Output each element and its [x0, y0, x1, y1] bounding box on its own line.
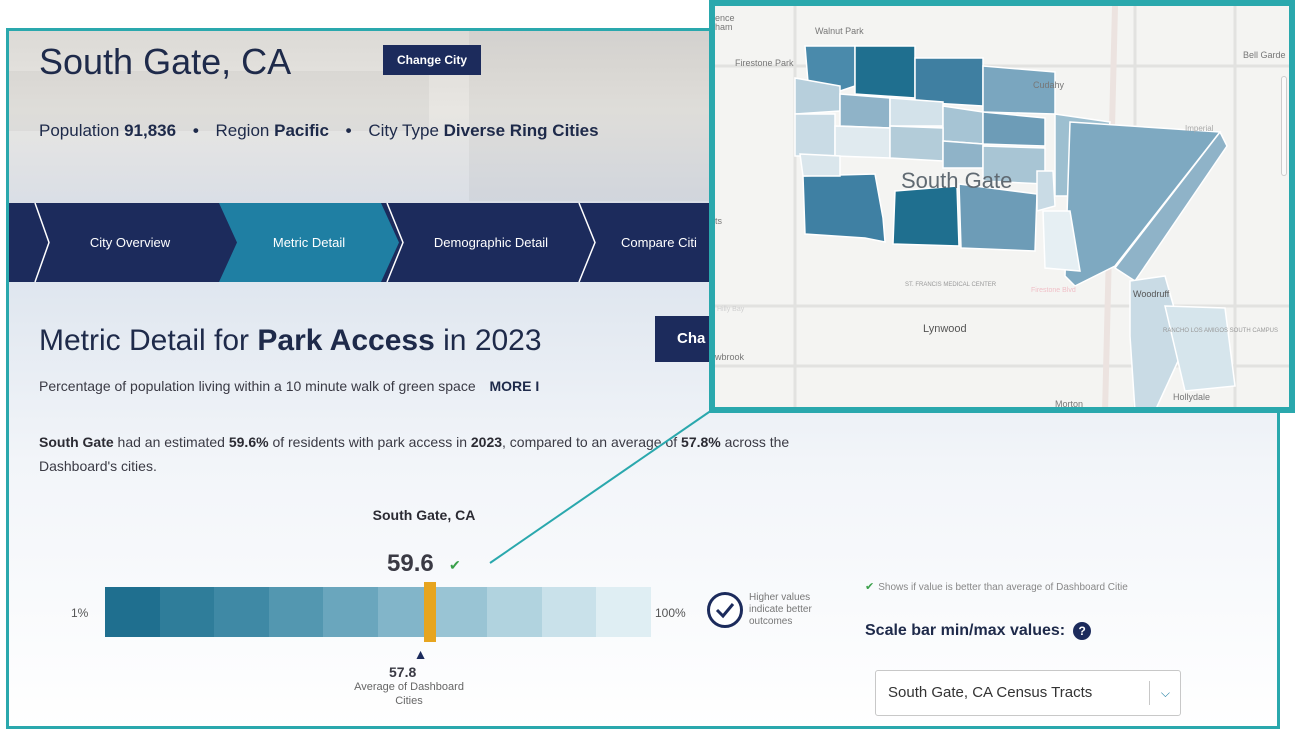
map-label-cudahy: Cudahy — [1033, 80, 1065, 90]
average-value: 57.8 — [389, 664, 417, 680]
summary-text: of residents with park access in — [268, 434, 471, 450]
scale-max-label: 100% — [655, 606, 686, 620]
population-value: 91,836 — [124, 121, 177, 140]
city-value-marker — [424, 582, 437, 642]
city-type-label: City Type — [368, 121, 439, 140]
population-label: Population — [39, 121, 120, 140]
metric-title-prefix: Metric Detail for — [39, 324, 250, 357]
scale-city-value: 59.6 — [387, 550, 434, 577]
header-photo-detail — [469, 31, 719, 201]
scale-city-name: South Gate, CA — [372, 507, 476, 523]
city-meta: Population 91,836 • Region Pacific • Cit… — [39, 121, 599, 141]
help-icon[interactable]: ? — [1073, 622, 1092, 640]
metric-summary: South Gate had an estimated 59.6% of res… — [39, 430, 859, 478]
region-value: Pacific — [274, 121, 329, 140]
summary-city-pct: 59.6% — [228, 434, 269, 450]
map-label-walnut-park: Walnut Park — [815, 26, 864, 36]
map-label-lynwood: Lynwood — [923, 323, 967, 335]
tract-select-value: South Gate, CA Census Tracts — [888, 684, 1093, 701]
scale-min-label: 1% — [71, 606, 89, 620]
summary-year: 2023 — [470, 434, 503, 450]
metric-description: Percentage of population living within a… — [39, 378, 539, 394]
legend-text: Shows if value is better than average of… — [878, 582, 1128, 593]
select-divider — [1149, 681, 1150, 705]
average-label: Average of Dashboard Cities — [354, 681, 464, 707]
check-icon: ✔ — [449, 557, 461, 573]
meta-separator: • — [345, 121, 352, 140]
region-label: Region — [215, 121, 270, 140]
more-info-link[interactable]: MORE I — [490, 378, 540, 394]
summary-text: , compared to an average of — [502, 434, 682, 450]
city-type-value: Diverse Ring Cities — [443, 121, 599, 140]
map-inset[interactable]: South Gate Lynwood Walnut Park Firestone… — [709, 0, 1295, 413]
map-label-st-francis: ST. FRANCIS MEDICAL CENTER — [905, 282, 997, 288]
scale-segment — [105, 587, 160, 637]
map-label-hollydale: Hollydale — [1173, 392, 1211, 402]
metric-description-text: Percentage of population living within a… — [39, 378, 476, 394]
map-label-firestone-park: Firestone Park — [735, 58, 794, 68]
metric-year: 2023 — [474, 324, 542, 357]
scale-segment — [487, 587, 542, 637]
map-label-fragment: ts — [715, 216, 723, 226]
average-marker-icon: ▲ — [413, 646, 428, 662]
scale-segment — [323, 587, 378, 637]
scale-bar — [105, 587, 651, 637]
summary-city: South Gate — [39, 434, 114, 450]
scale-segment — [541, 587, 597, 637]
map-label-rancho-los-amigos: RANCHO LOS AMIGOS SOUTH CAMPUS — [1163, 328, 1279, 334]
chevron-down-icon: ⌵ — [1160, 686, 1170, 700]
meta-separator: • — [192, 121, 199, 140]
scale-minmax-label: Scale bar min/max values:? — [865, 622, 1092, 640]
map-label-morton: Morton — [1055, 399, 1084, 409]
legend-row: ✔ Shows if value is better than average o… — [865, 580, 1128, 593]
city-title: South Gate, CA — [39, 41, 292, 82]
summary-avg-pct: 57.8% — [681, 434, 721, 450]
change-city-button[interactable]: Change City — [383, 45, 482, 75]
map-label-woodruff: Woodruff — [1133, 289, 1170, 299]
census-tract-map — [715, 6, 1289, 407]
metric-name: Park Access — [257, 324, 435, 357]
scale-minmax-text: Scale bar min/max values: — [865, 622, 1066, 640]
tract-select[interactable]: South Gate, CA Census Tracts ⌵ — [875, 670, 1181, 716]
map-label-willowbrook: wbrook — [715, 352, 745, 362]
scale-segment — [214, 587, 269, 637]
check-icon — [715, 603, 735, 619]
metric-title: Metric Detail for Park Access in 2023 — [39, 324, 542, 358]
better-outcome-check-icon — [707, 592, 743, 628]
map-label-firestone-blvd: Firestone Blvd — [1031, 287, 1076, 294]
scale-segment — [596, 587, 651, 637]
map-label-fragment: ence ham — [715, 13, 735, 32]
summary-text: had an estimated — [113, 434, 229, 450]
nav-chevron-dividers — [34, 203, 596, 282]
scale-segment — [268, 587, 324, 637]
map-label-imperial: Imperial — [1185, 124, 1214, 133]
map-label-hilly-bay: Hilly Bay — [717, 306, 745, 313]
scale-segment — [432, 587, 488, 637]
metric-title-in: in — [443, 324, 467, 357]
map-label-bell-gardens: Bell Garde — [1243, 50, 1286, 60]
higher-values-note: Higher values indicate better outcomes — [749, 592, 812, 627]
check-icon: ✔ — [865, 581, 875, 593]
scale-segment — [159, 587, 215, 637]
map-scrollbar[interactable] — [1281, 76, 1287, 176]
map-city-label: South Gate — [901, 168, 1013, 193]
